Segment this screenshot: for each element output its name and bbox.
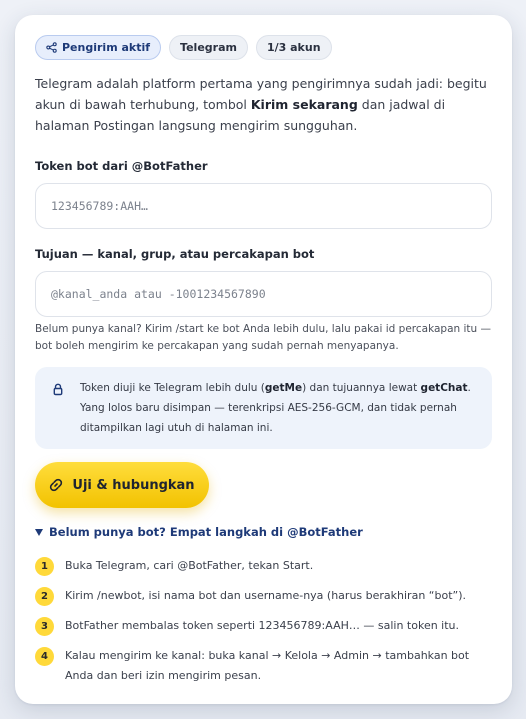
note-bold-text: getChat [420, 382, 468, 394]
button-label: Uji & hubungkan [72, 477, 195, 493]
list-item: 4 Kalau mengirim ke kanal: buka kanal → … [35, 646, 495, 686]
hint-text: Belum punya kanal? Kirim /start ke bot A… [35, 323, 492, 352]
botfather-guide-toggle[interactable]: Belum punya bot? Empat langkah di @BotFa… [35, 525, 363, 539]
triangle-down-icon [35, 528, 43, 536]
target-input[interactable] [35, 271, 492, 317]
step-text: BotFather membalas token seperti 1234567… [65, 619, 460, 632]
note-bold-text: getMe [264, 382, 303, 394]
chip-label: Pengirim aktif [62, 41, 151, 54]
token-input[interactable] [35, 183, 492, 229]
step-text: Buka Telegram, cari @BotFather, tekan St… [65, 559, 314, 572]
note-text-part: Token diuji ke Telegram lebih dulu ( [80, 382, 265, 394]
chip-account-count[interactable]: 1/3 akun [255, 35, 332, 60]
intro-text: Telegram adalah platform pertama yang pe… [35, 73, 495, 136]
chip-platform[interactable]: Telegram [169, 35, 248, 60]
step-number-badge: 4 [35, 647, 54, 666]
telegram-connect-card: Pengirim aktif Telegram 1/3 akun Telegra… [15, 15, 512, 704]
step-text: Kirim /newbot, isi nama bot dan username… [65, 589, 467, 602]
chip-active-sender[interactable]: Pengirim aktif [35, 35, 162, 60]
note-text-part: ) dan tujuannya lewat [302, 382, 421, 394]
chip-label: Telegram [180, 41, 237, 54]
step-number-badge: 2 [35, 587, 54, 606]
lock-icon [53, 383, 63, 396]
test-and-connect-button[interactable]: Uji & hubungkan [35, 462, 209, 508]
chip-label: 1/3 akun [266, 41, 321, 54]
list-item: 1 Buka Telegram, cari @BotFather, tekan … [35, 556, 495, 576]
botfather-steps: 1 Buka Telegram, cari @BotFather, tekan … [35, 556, 495, 696]
share-icon [46, 42, 57, 53]
status-chips: Pengirim aktif Telegram 1/3 akun [35, 35, 332, 60]
security-note: Token diuji ke Telegram lebih dulu (getM… [35, 367, 492, 449]
list-item: 3 BotFather membalas token seperti 12345… [35, 616, 495, 636]
token-label: Token bot dari @BotFather [35, 159, 208, 173]
step-text: Kalau mengirim ke kanal: buka kanal → Ke… [65, 649, 470, 682]
intro-bold-text: Kirim sekarang [250, 97, 358, 112]
list-item: 2 Kirim /newbot, isi nama bot dan userna… [35, 586, 495, 606]
target-label: Tujuan — kanal, grup, atau percakapan bo… [35, 247, 315, 261]
step-number-badge: 3 [35, 617, 54, 636]
security-note-text: Token diuji ke Telegram lebih dulu (getM… [80, 378, 475, 438]
step-number-badge: 1 [35, 557, 54, 576]
guide-summary-label: Belum punya bot? Empat langkah di @BotFa… [49, 525, 363, 539]
link-icon [50, 478, 63, 492]
